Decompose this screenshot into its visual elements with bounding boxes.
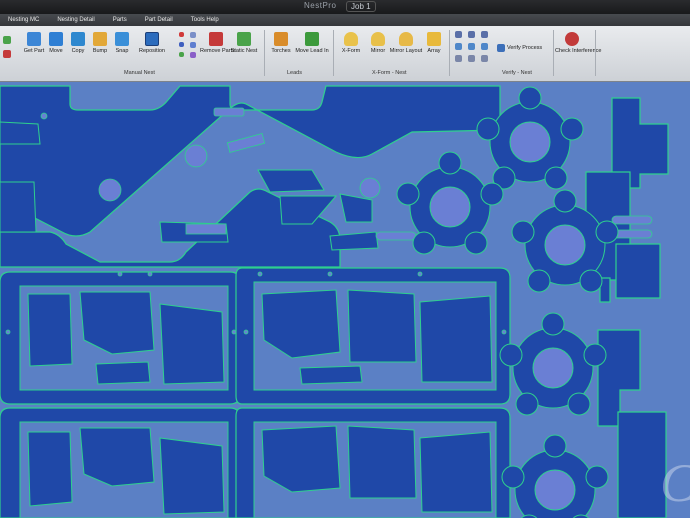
inner-part[interactable] bbox=[347, 425, 417, 499]
slot bbox=[611, 215, 653, 225]
check-icon[interactable] bbox=[455, 43, 462, 50]
snap-icon bbox=[115, 32, 129, 46]
hole bbox=[243, 329, 249, 335]
slot bbox=[375, 231, 417, 241]
hole bbox=[327, 271, 333, 277]
inner-part[interactable] bbox=[261, 425, 341, 493]
x-form-icon bbox=[344, 32, 358, 46]
inner-part[interactable] bbox=[0, 181, 37, 233]
rotate-icon[interactable] bbox=[468, 55, 475, 62]
document-label: Job 1 bbox=[346, 1, 376, 12]
reposition-button[interactable]: Reposition bbox=[139, 32, 165, 54]
menu-nesting-detail[interactable]: Nesting Detail bbox=[49, 17, 104, 23]
hole bbox=[359, 177, 381, 199]
hole bbox=[40, 112, 48, 120]
blue-dot-icon[interactable] bbox=[179, 42, 184, 47]
static-nest-button[interactable]: Static Nest bbox=[231, 32, 257, 54]
inner-part[interactable] bbox=[419, 431, 493, 513]
remove-parts-icon bbox=[209, 32, 223, 46]
inner-part[interactable] bbox=[159, 303, 225, 385]
shape-icon[interactable] bbox=[190, 52, 196, 58]
hole bbox=[117, 271, 123, 277]
x-form-button[interactable]: X-Form bbox=[340, 32, 362, 54]
menu-parts[interactable]: Parts bbox=[105, 17, 137, 23]
menu-nesting-mc[interactable]: Nesting MC bbox=[0, 17, 49, 23]
snap-button[interactable]: Snap bbox=[111, 32, 133, 54]
check-interference-icon bbox=[565, 32, 579, 46]
group-label-verify-nest: Verify - Nest bbox=[502, 70, 532, 76]
hole bbox=[501, 329, 507, 335]
angle-icon[interactable] bbox=[468, 31, 475, 38]
green-dot-icon[interactable] bbox=[179, 52, 184, 57]
array-icon bbox=[427, 32, 441, 46]
watermark: C bbox=[660, 452, 690, 514]
grid-icon[interactable] bbox=[190, 32, 196, 38]
menu-bar: Nesting MC Nesting Detail Parts Part Det… bbox=[0, 14, 690, 26]
inner-part[interactable] bbox=[0, 121, 41, 145]
slot bbox=[213, 107, 245, 117]
hole bbox=[5, 329, 11, 335]
circle-icon[interactable] bbox=[190, 42, 196, 48]
move-lead-in-button[interactable]: Move Lead In bbox=[295, 32, 329, 54]
app-title: NestPro bbox=[304, 1, 337, 10]
mirror-icon bbox=[371, 32, 385, 46]
array-button[interactable]: Array bbox=[423, 32, 445, 54]
inner-part[interactable] bbox=[419, 295, 493, 383]
verify-process-icon bbox=[497, 44, 505, 52]
group-label-manual-nest: Manual Nest bbox=[124, 70, 155, 76]
remove-parts-button[interactable]: Remove Parts bbox=[200, 32, 235, 54]
mirror-layout-icon bbox=[399, 32, 413, 46]
get-part-icon bbox=[27, 32, 41, 46]
separator bbox=[553, 30, 554, 76]
inner-part[interactable] bbox=[27, 293, 73, 367]
check-interference-button[interactable]: Check Interference bbox=[555, 32, 601, 54]
cross-icon[interactable] bbox=[468, 43, 475, 50]
path-icon[interactable] bbox=[481, 55, 488, 62]
verify-process-button[interactable]: Verify Process bbox=[497, 44, 542, 52]
hole bbox=[257, 271, 263, 277]
inner-part[interactable] bbox=[299, 365, 363, 385]
bump-icon bbox=[93, 32, 107, 46]
hole bbox=[417, 271, 423, 277]
part-right-strip-5[interactable] bbox=[617, 411, 667, 518]
lead-in-icon bbox=[305, 32, 319, 46]
inner-part[interactable] bbox=[27, 431, 73, 507]
static-nest-icon bbox=[237, 32, 251, 46]
triangle-icon[interactable] bbox=[481, 31, 488, 38]
distance-icon[interactable] bbox=[481, 43, 488, 50]
ribbon-toolbar: Get Part Move Copy Bump Snap Reposition … bbox=[0, 26, 690, 82]
mirror-layout-button[interactable]: Mirror Layout bbox=[390, 32, 422, 54]
inner-part[interactable] bbox=[347, 289, 417, 363]
align-icon[interactable] bbox=[455, 55, 462, 62]
menu-part-detail[interactable]: Part Detail bbox=[137, 17, 183, 23]
inner-part[interactable] bbox=[159, 437, 225, 515]
part-list-icon[interactable] bbox=[3, 36, 11, 44]
torches-button[interactable]: Torches bbox=[270, 32, 292, 54]
group-label-leads: Leads bbox=[287, 70, 302, 76]
reposition-icon bbox=[145, 32, 159, 46]
hole bbox=[98, 178, 122, 202]
hole bbox=[231, 329, 237, 335]
slot bbox=[185, 223, 227, 235]
move-icon bbox=[49, 32, 63, 46]
menu-tools-help[interactable]: Tools Help bbox=[183, 17, 229, 23]
nest-canvas[interactable] bbox=[0, 82, 690, 518]
mirror-button[interactable]: Mirror bbox=[367, 32, 389, 54]
inner-part[interactable] bbox=[79, 427, 155, 487]
part-right-strip-3[interactable] bbox=[615, 243, 661, 299]
red-dot-icon[interactable] bbox=[179, 32, 184, 37]
inner-part[interactable] bbox=[95, 361, 151, 385]
group-label-xform-nest: X-Form - Nest bbox=[372, 70, 407, 76]
delete-icon[interactable] bbox=[3, 50, 11, 58]
measure-icon[interactable] bbox=[455, 31, 462, 38]
hole bbox=[184, 144, 208, 168]
copy-icon bbox=[71, 32, 85, 46]
torches-icon bbox=[274, 32, 288, 46]
title-bar: NestPro Job 1 bbox=[0, 0, 690, 14]
separator bbox=[595, 30, 596, 76]
inner-part[interactable] bbox=[257, 169, 325, 193]
hole bbox=[147, 271, 153, 277]
separator bbox=[449, 30, 450, 76]
